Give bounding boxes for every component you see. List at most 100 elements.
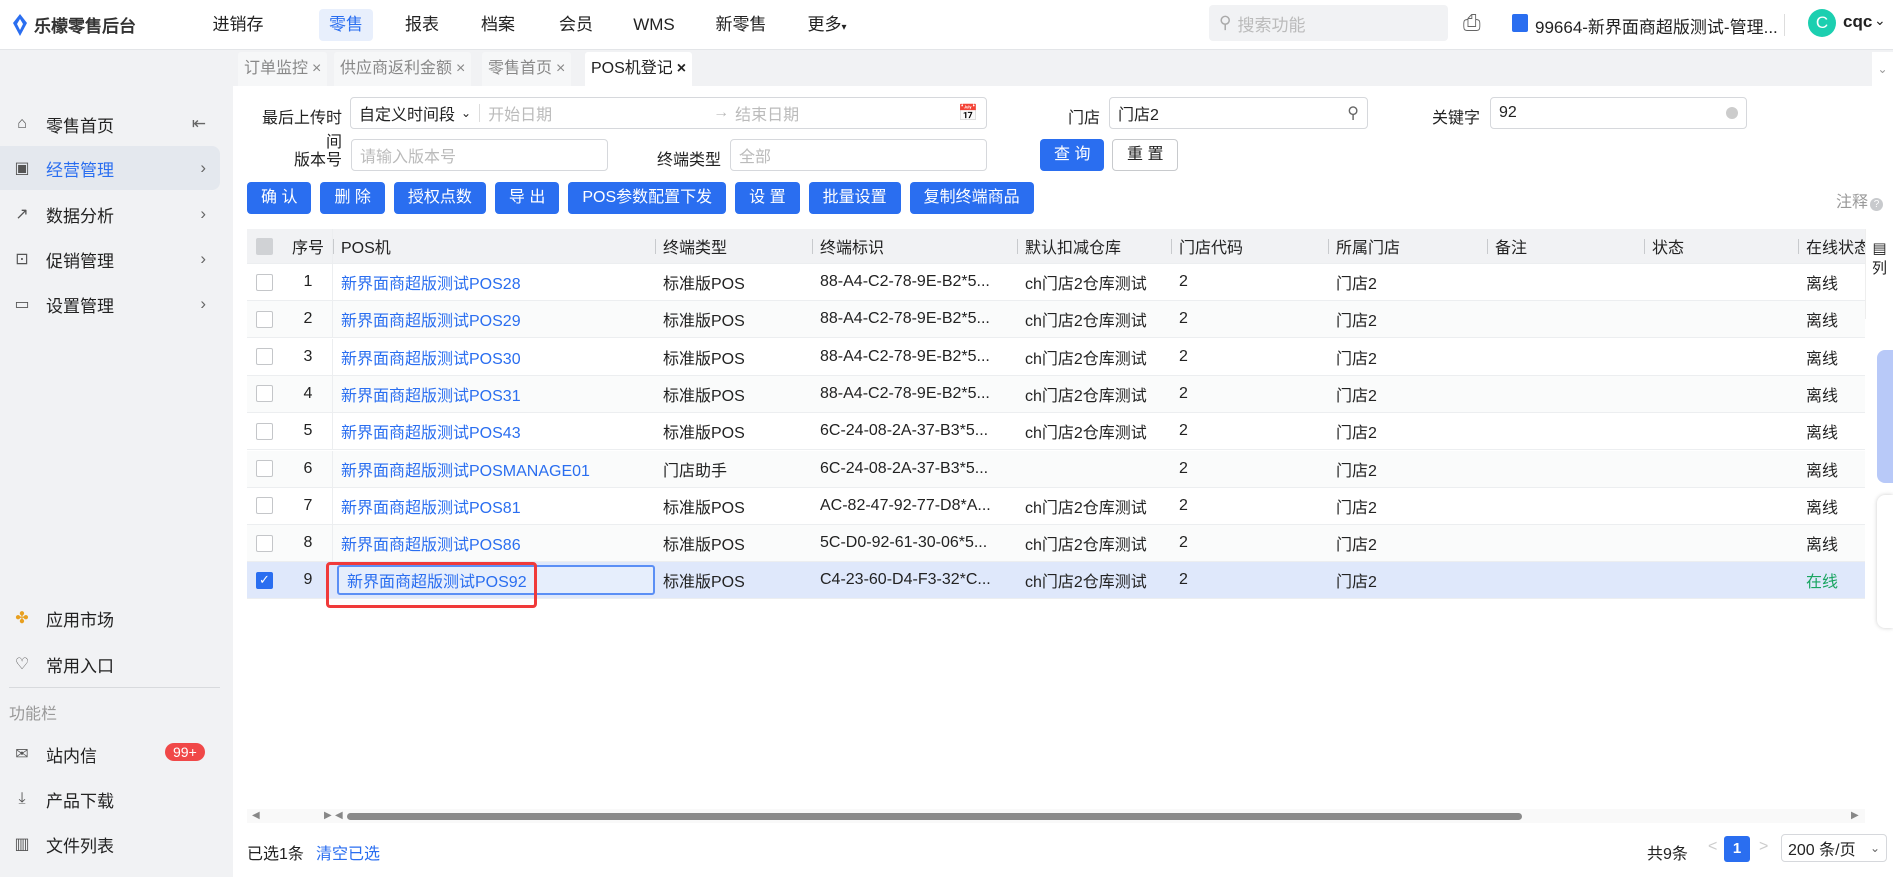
pos-name-link[interactable]: 新界面商超版测试POS30: [332, 338, 655, 375]
collapse-icon[interactable]: ⇤: [192, 114, 206, 134]
checkbox[interactable]: [256, 237, 273, 255]
table-row[interactable]: 1 新界面商超版测试POS28 标准版POS 88-A4-C2-78-9E-B2*5.…: [247, 264, 1865, 301]
nav-item-0[interactable]: 进销存: [203, 9, 274, 41]
table-row[interactable]: 5 新界面商超版测试POS43 标准版POS 6C-24-08-2A-37-B3*5.…: [247, 413, 1865, 451]
calendar-icon[interactable]: 📅: [958, 103, 978, 123]
nav-item-1[interactable]: 零售: [319, 9, 373, 41]
nav-item-4[interactable]: 会员: [549, 9, 603, 41]
checkbox[interactable]: ✓: [256, 571, 273, 589]
side-float-tab[interactable]: [1877, 350, 1893, 483]
sidebar-bottom-0[interactable]: ✤ 应用市场: [0, 596, 220, 640]
column-header[interactable]: 终端类型: [655, 229, 812, 263]
reset-button[interactable]: 重 置: [1112, 139, 1179, 171]
checkbox[interactable]: [256, 534, 273, 552]
checkbox[interactable]: [256, 460, 273, 477]
horizontal-scrollbar[interactable]: ◀ ▶ ◀ ▶: [247, 809, 1865, 823]
checkbox[interactable]: [256, 385, 273, 403]
sidebar-item-0[interactable]: ⌂ 零售首页 ⇤: [0, 102, 220, 146]
column-header[interactable]: 门店代码: [1171, 229, 1328, 263]
toolbar-button-4[interactable]: POS参数配置下发: [568, 182, 727, 214]
search-input[interactable]: ⚲ 搜索功能: [1209, 5, 1448, 41]
avatar[interactable]: C: [1808, 9, 1836, 37]
pos-name-link[interactable]: 新界面商超版测试POS28: [332, 264, 655, 300]
side-float-card[interactable]: [1877, 495, 1893, 628]
table-row[interactable]: 4 新界面商超版测试POS31 标准版POS 88-A4-C2-78-9E-B2*5.…: [247, 375, 1865, 413]
note-link[interactable]: 注释?: [1836, 188, 1884, 212]
select-all-checkbox[interactable]: [247, 229, 284, 263]
clear-icon[interactable]: [1726, 107, 1738, 119]
time-mode-select[interactable]: 自定义时间段: [359, 101, 455, 125]
sidebar-item-4[interactable]: ▭ 设置管理 ›: [0, 282, 220, 326]
column-header[interactable]: 备注: [1487, 229, 1644, 263]
pos-name-link[interactable]: 新界面商超版测试POS43: [332, 413, 655, 450]
nav-item-2[interactable]: 报表: [395, 9, 449, 41]
scrollbar-thumb[interactable]: [347, 813, 1522, 820]
row-checkbox[interactable]: [247, 264, 284, 300]
app-logo[interactable]: 乐檬零售后台: [12, 12, 136, 37]
checkbox[interactable]: [256, 348, 273, 366]
next-page-icon[interactable]: >: [1759, 838, 1768, 856]
sidebar-tool-1[interactable]: ⤓ 产品下载: [0, 777, 220, 821]
toolbar-button-6[interactable]: 批量设置: [808, 182, 901, 214]
close-icon[interactable]: ×: [456, 60, 465, 77]
table-row[interactable]: 7 新界面商超版测试POS81 标准版POS AC-82-47-92-77-D8*A.…: [247, 487, 1865, 525]
column-header[interactable]: 状态: [1644, 229, 1798, 263]
clear-selection-link[interactable]: 清空已选: [316, 840, 380, 864]
query-button[interactable]: 查 询: [1040, 139, 1105, 171]
nav-item-3[interactable]: 档案: [471, 9, 525, 41]
nav-item-7[interactable]: 更多▾: [797, 9, 856, 41]
scroll-left-icon[interactable]: ◀: [252, 810, 260, 821]
scroll-right-icon[interactable]: ▶: [1851, 810, 1859, 821]
store-input[interactable]: 门店2 ⚲: [1109, 97, 1368, 129]
checkbox[interactable]: [256, 497, 273, 515]
row-checkbox[interactable]: [247, 451, 284, 487]
row-checkbox[interactable]: [247, 301, 284, 337]
table-row[interactable]: 6 新界面商超版测试POSMANAGE01 门店助手 6C-24-08-2A-37-B…: [247, 450, 1865, 488]
toolbar-button-2[interactable]: 授权点数: [393, 182, 486, 214]
pos-name-link[interactable]: 新界面商超版测试POS81: [332, 487, 655, 524]
checkbox[interactable]: [256, 273, 273, 291]
version-input[interactable]: 请输入版本号: [351, 139, 608, 171]
column-header[interactable]: 终端标识: [812, 229, 1017, 263]
tab-3[interactable]: POS机登记 ×: [585, 52, 693, 86]
sidebar-item-2[interactable]: ↗ 数据分析 ›: [0, 192, 220, 236]
upload-time-range[interactable]: 自定义时间段 ⌄ 开始日期 → 结束日期 📅: [350, 97, 987, 129]
toolbar-button-7[interactable]: 复制终端商品: [909, 182, 1034, 214]
sidebar-tool-0[interactable]: ✉ 站内信 99+: [0, 732, 220, 776]
sidebar-item-3[interactable]: ⊡ 促销管理 ›: [0, 237, 220, 281]
end-date-input[interactable]: 结束日期: [735, 101, 958, 125]
pos-name-link[interactable]: 新界面商超版测试POS29: [332, 301, 655, 338]
keyword-input[interactable]: 92: [1490, 97, 1747, 129]
search-icon[interactable]: ⚲: [1347, 103, 1359, 123]
tab-0[interactable]: 订单监控 ×: [238, 52, 328, 86]
column-header[interactable]: 所属门店: [1328, 229, 1487, 263]
tab-2[interactable]: 零售首页 ×: [482, 52, 572, 86]
table-row[interactable]: 3 新界面商超版测试POS30 标准版POS 88-A4-C2-78-9E-B2*5.…: [247, 338, 1865, 376]
tab-1[interactable]: 供应商返利金额 ×: [334, 52, 472, 86]
store-selector[interactable]: 99664-新界面商超版测试-管理...: [1535, 13, 1778, 38]
terminal-type-select[interactable]: 全部: [730, 139, 987, 171]
column-header[interactable]: 在线状态: [1798, 229, 1865, 263]
sidebar-tool-2[interactable]: ▥ 文件列表: [0, 822, 220, 866]
sidebar-item-1[interactable]: ▣ 经营管理 ›: [0, 146, 220, 190]
row-checkbox[interactable]: ✓: [247, 562, 284, 598]
close-icon[interactable]: ×: [556, 60, 565, 77]
row-checkbox[interactable]: [247, 376, 284, 412]
checkbox[interactable]: [256, 422, 273, 440]
column-settings-button[interactable]: ▤ 列: [1865, 229, 1893, 319]
close-icon[interactable]: ×: [677, 60, 686, 77]
toolbar-button-5[interactable]: 设 置: [735, 182, 800, 214]
toolbar-button-3[interactable]: 导 出: [494, 182, 560, 214]
row-checkbox[interactable]: [247, 339, 284, 375]
scroll-left-icon[interactable]: ◀: [335, 810, 343, 821]
row-checkbox[interactable]: [247, 488, 284, 524]
close-icon[interactable]: ×: [312, 60, 321, 77]
prev-page-icon[interactable]: <: [1708, 838, 1717, 856]
nav-item-6[interactable]: 新零售: [706, 9, 777, 41]
start-date-input[interactable]: 开始日期: [488, 101, 713, 125]
table-row[interactable]: 8 新界面商超版测试POS86 标准版POS 5C-D0-92-61-30-06*5.…: [247, 525, 1865, 563]
toolbar-button-0[interactable]: 确 认: [247, 182, 312, 214]
pos-name-link[interactable]: 新界面商超版测试POS86: [332, 525, 655, 562]
nav-item-5[interactable]: WMS: [623, 9, 685, 41]
user-name[interactable]: cqc: [1843, 12, 1872, 32]
